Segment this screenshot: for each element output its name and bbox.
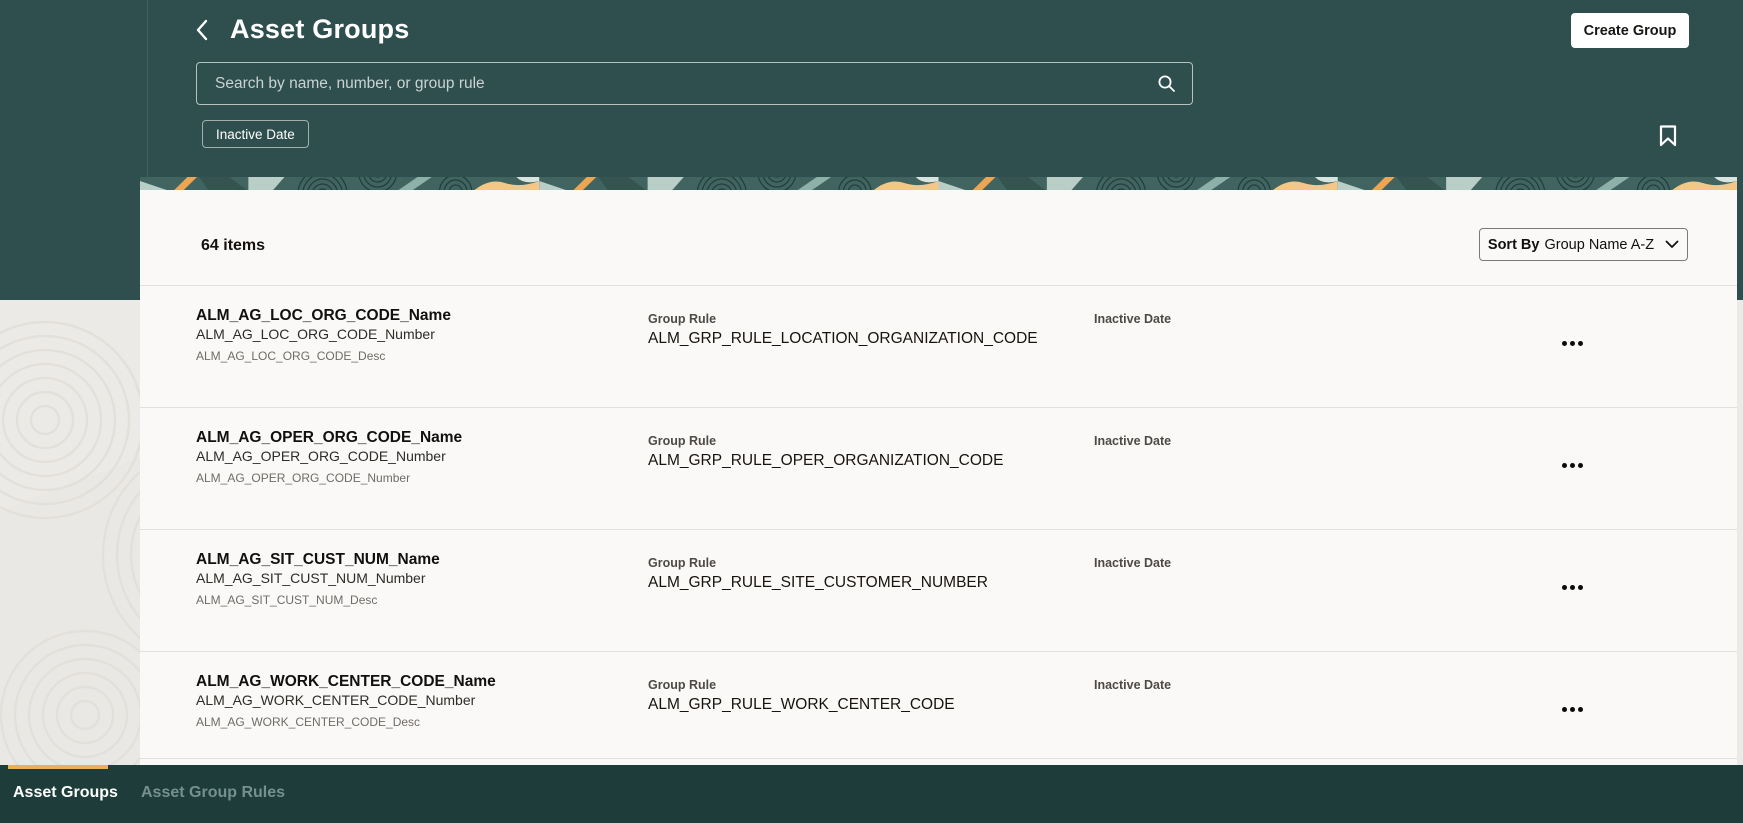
group-rule-label: Group Rule — [648, 556, 717, 570]
asset-group-name: ALM_AG_OPER_ORG_CODE_Name — [196, 429, 463, 446]
sort-by-dropdown[interactable]: Sort By Group Name A-Z — [1479, 228, 1688, 261]
inactive-date-label: Inactive Date — [1094, 678, 1172, 692]
asset-groups-page: Asset Groups Create Group Inactive Date — [0, 0, 1743, 823]
item-count: 64 items — [201, 237, 266, 254]
asset-group-row[interactable]: ALM_AG_WORK_CENTER_CODE_Name ALM_AG_WORK… — [140, 651, 1737, 759]
search-bar — [196, 62, 1193, 105]
asset-group-description: ALM_AG_LOC_ORG_CODE_Desc — [196, 349, 386, 363]
asset-group-name: ALM_AG_SIT_CUST_NUM_Name — [196, 551, 440, 568]
asset-group-row[interactable]: ALM_AG_OPER_ORG_CODE_Name ALM_AG_OPER_OR… — [140, 407, 1737, 529]
sort-by-label: Sort By — [1487, 236, 1540, 253]
group-rule-label: Group Rule — [648, 312, 717, 326]
inactive-date-column: Inactive Date — [1094, 434, 1171, 448]
group-rule-value: ALM_GRP_RULE_LOCATION_ORGANIZATION_CODE — [648, 330, 1038, 347]
asset-group-description: ALM_AG_SIT_CUST_NUM_Desc — [196, 593, 378, 607]
group-rule-value: ALM_GRP_RULE_OPER_ORGANIZATION_CODE — [648, 452, 1004, 469]
create-group-button[interactable]: Create Group — [1571, 13, 1689, 48]
ellipsis-icon — [1561, 340, 1583, 346]
search-button[interactable] — [1151, 74, 1192, 93]
asset-groups-card: 64 items Sort By Group Name A-Z ALM_AG_L… — [139, 151, 1738, 765]
nav-drawer-edge — [147, 0, 148, 177]
row-actions-button[interactable] — [1554, 698, 1590, 720]
asset-group-description: ALM_AG_WORK_CENTER_CODE_Desc — [196, 715, 421, 729]
row-actions-button[interactable] — [1554, 332, 1590, 354]
inactive-date-column: Inactive Date — [1094, 678, 1171, 692]
asset-group-row[interactable]: ALM_AG_SIT_CUST_NUM_Name ALM_AG_SIT_CUST… — [140, 529, 1737, 651]
inactive-date-label: Inactive Date — [1094, 556, 1172, 570]
asset-group-row[interactable]: ALM_AG_LOC_ORG_CODE_Name ALM_AG_LOC_ORG_… — [140, 285, 1737, 407]
search-input[interactable] — [197, 74, 1151, 93]
asset-group-number: ALM_AG_WORK_CENTER_CODE_Number — [196, 692, 476, 708]
inactive-date-column: Inactive Date — [1094, 556, 1171, 570]
asset-group-identity: ALM_AG_OPER_ORG_CODE_Name ALM_AG_OPER_OR… — [196, 429, 462, 485]
asset-group-description: ALM_AG_OPER_ORG_CODE_Number — [196, 471, 411, 485]
asset-group-number: ALM_AG_LOC_ORG_CODE_Number — [196, 326, 435, 342]
inactive-date-label: Inactive Date — [1094, 312, 1172, 326]
asset-group-identity: ALM_AG_LOC_ORG_CODE_Name ALM_AG_LOC_ORG_… — [196, 307, 451, 363]
tab-asset-groups[interactable]: Asset Groups — [13, 784, 118, 802]
row-actions-button[interactable] — [1554, 576, 1590, 598]
ellipsis-icon — [1561, 462, 1583, 468]
bottom-tab-bar: Asset Groups Asset Group Rules — [0, 765, 1743, 823]
asset-group-number: ALM_AG_OPER_ORG_CODE_Number — [196, 448, 446, 464]
back-button[interactable] — [186, 14, 218, 46]
group-rule-label: Group Rule — [648, 678, 717, 692]
group-rule-value: ALM_GRP_RULE_SITE_CUSTOMER_NUMBER — [648, 574, 988, 591]
chevron-left-icon — [195, 19, 209, 41]
asset-group-identity: ALM_AG_SIT_CUST_NUM_Name ALM_AG_SIT_CUST… — [196, 551, 440, 607]
asset-group-name: ALM_AG_LOC_ORG_CODE_Name — [196, 307, 451, 324]
inactive-date-column: Inactive Date — [1094, 312, 1171, 326]
list-toolbar: 64 items Sort By Group Name A-Z — [140, 195, 1737, 285]
chevron-down-icon — [1659, 240, 1679, 249]
page-title: Asset Groups — [230, 14, 410, 44]
filter-chip-inactive-date[interactable]: Inactive Date — [202, 120, 309, 148]
asset-group-number: ALM_AG_SIT_CUST_NUM_Number — [196, 570, 426, 586]
group-rule-column: Group Rule ALM_GRP_RULE_WORK_CENTER_CODE — [648, 678, 955, 714]
asset-group-identity: ALM_AG_WORK_CENTER_CODE_Name ALM_AG_WORK… — [196, 673, 496, 729]
search-icon — [1157, 74, 1176, 93]
group-rule-label: Group Rule — [648, 434, 717, 448]
group-rule-column: Group Rule ALM_GRP_RULE_SITE_CUSTOMER_NU… — [648, 556, 988, 592]
tab-asset-group-rules[interactable]: Asset Group Rules — [141, 784, 285, 802]
sort-by-value: Group Name A-Z — [1544, 236, 1655, 253]
row-actions-button[interactable] — [1554, 454, 1590, 476]
bookmark-button[interactable] — [1650, 118, 1686, 154]
group-rule-column: Group Rule ALM_GRP_RULE_OPER_ORGANIZATIO… — [648, 434, 1003, 470]
ellipsis-icon — [1561, 706, 1583, 712]
asset-group-name: ALM_AG_WORK_CENTER_CODE_Name — [196, 673, 496, 690]
group-rule-value: ALM_GRP_RULE_WORK_CENTER_CODE — [648, 696, 955, 713]
decorative-banner — [139, 151, 1738, 222]
group-rule-column: Group Rule ALM_GRP_RULE_LOCATION_ORGANIZ… — [648, 312, 1038, 348]
ellipsis-icon — [1561, 584, 1583, 590]
active-tab-indicator — [8, 765, 108, 769]
bookmark-icon — [1659, 125, 1677, 147]
inactive-date-label: Inactive Date — [1094, 434, 1172, 448]
